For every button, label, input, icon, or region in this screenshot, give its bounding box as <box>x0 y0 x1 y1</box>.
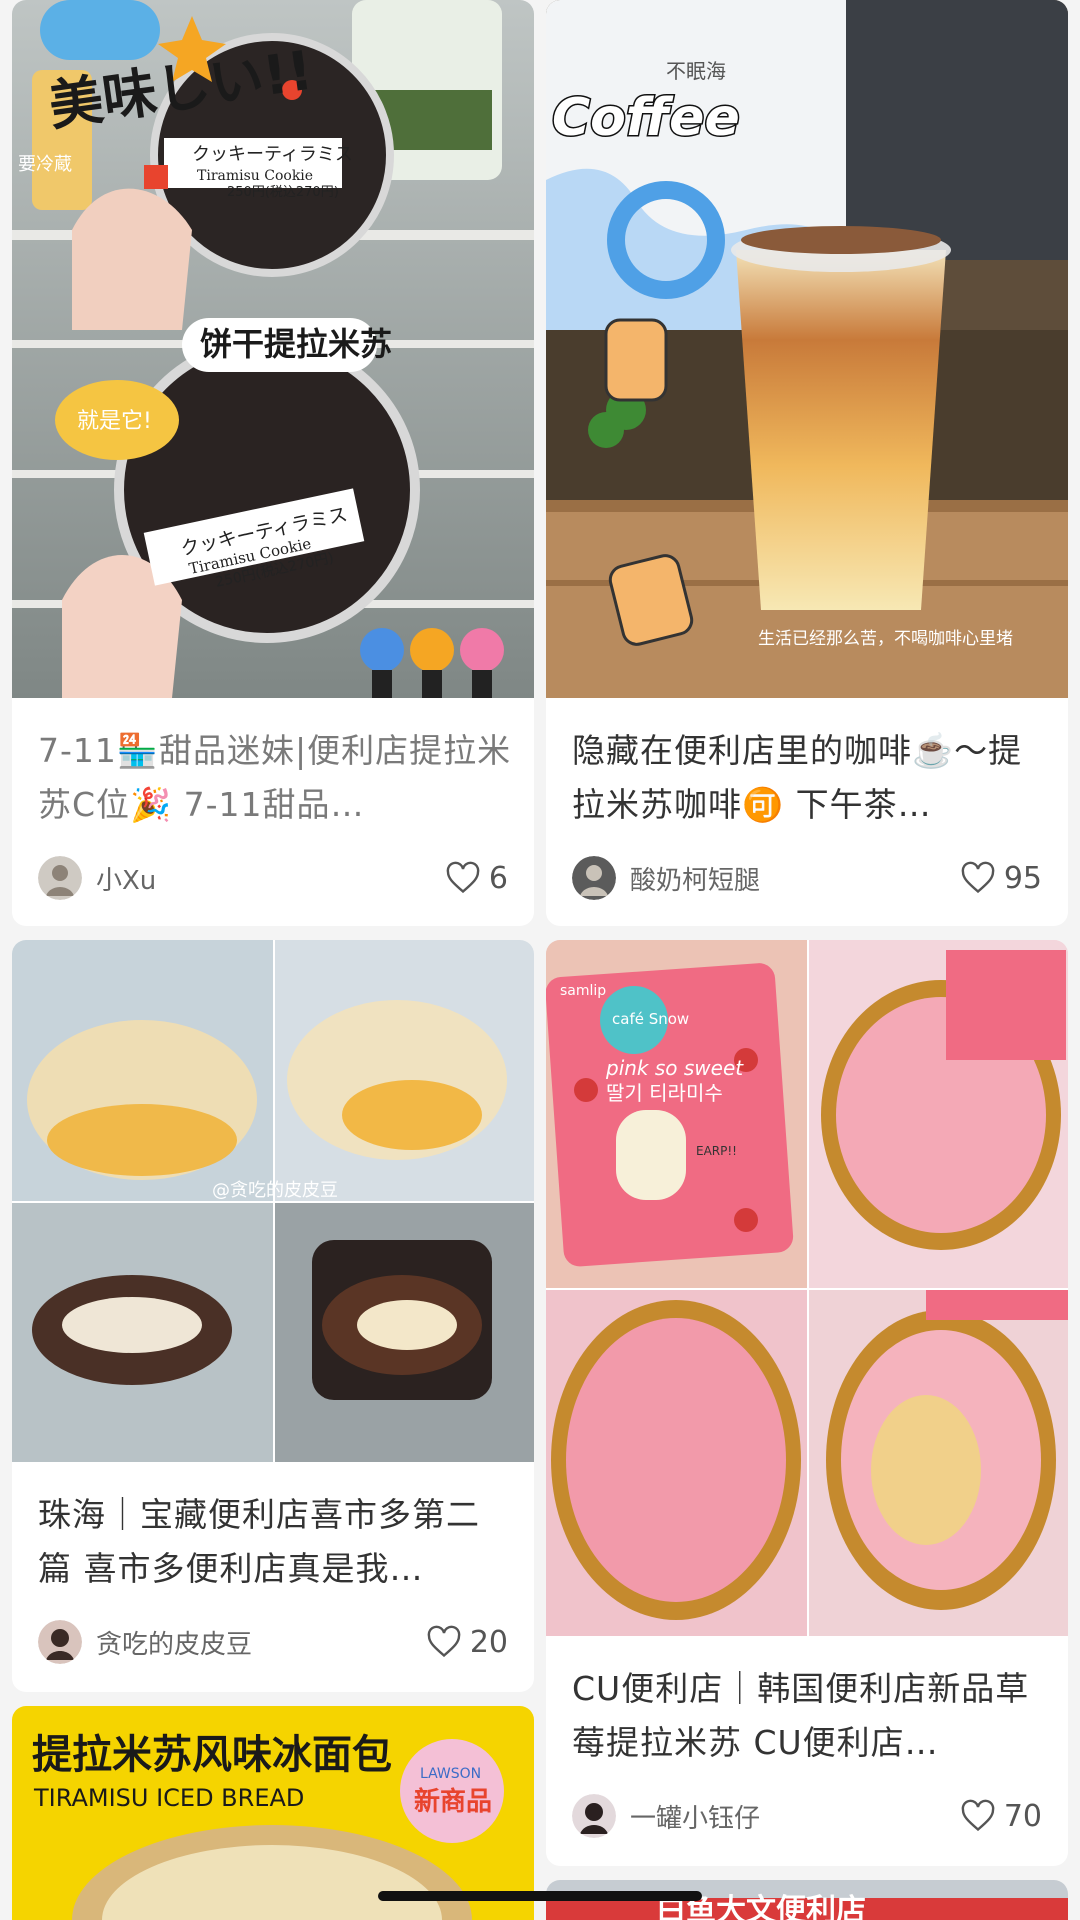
iced-bread-photo: 提拉米苏风味冰面包 TIRAMISU ICED BREAD LAWSON 新商品 <box>12 1706 534 1920</box>
note-cover-image[interactable]: Coffee 不眠海 生活已经那么苦，不喝咖啡心里堵 <box>546 0 1068 698</box>
note-footer: 贪吃的皮皮豆 20 <box>38 1618 508 1666</box>
cream-bread-photo: @贪吃的皮皮豆 <box>12 940 534 1462</box>
note-footer: 小Xu 6 <box>38 854 508 902</box>
note-title[interactable]: 7-11🏪甜品迷妹|便利店提拉米苏C位🎉 7-11甜品… <box>38 724 512 832</box>
user-avatar[interactable] <box>572 856 616 900</box>
author-name[interactable]: 小Xu <box>96 860 445 897</box>
cover-text: 新商品 <box>414 1786 492 1817</box>
note-cover-image[interactable]: 美味しい!! クッキーティラミス Tiramisu Cookie 250円(税込… <box>12 0 534 698</box>
cover-text: TIRAMISU ICED BREAD <box>33 1784 304 1812</box>
cover-text: samlip <box>560 983 606 999</box>
like-count: 6 <box>488 860 508 896</box>
tiramisu-cookie-photo: 美味しい!! クッキーティラミス Tiramisu Cookie 250円(税込… <box>12 0 534 698</box>
cover-text: 饼干提拉米苏 <box>200 325 392 363</box>
user-avatar[interactable] <box>572 1794 616 1838</box>
cover-text: café Snow <box>612 1010 689 1028</box>
like-button[interactable]: 70 <box>960 1798 1042 1834</box>
cover-text: 要冷蔵 <box>18 154 72 175</box>
cover-text: 就是它! <box>77 409 152 434</box>
note-footer: 酸奶柯短腿 95 <box>572 854 1042 902</box>
note-cover-image[interactable]: 提拉米苏风味冰面包 TIRAMISU ICED BREAD LAWSON 新商品 <box>12 1706 534 1920</box>
heart-outline-icon <box>427 1625 461 1658</box>
like-count: 70 <box>1003 1798 1042 1834</box>
cover-text: 生活已经那么苦，不喝咖啡心里堵 <box>758 629 1013 649</box>
like-button[interactable]: 20 <box>426 1624 508 1660</box>
cover-text: Tiramisu Cookie <box>197 168 313 184</box>
cover-text: 不眠海 <box>666 59 726 83</box>
note-title[interactable]: 隐藏在便利店里的咖啡☕️～提拉米苏咖啡🉑 下午茶… <box>572 724 1046 832</box>
author-name[interactable]: 贪吃的皮皮豆 <box>96 1624 426 1661</box>
user-avatar[interactable] <box>38 1620 82 1664</box>
note-card[interactable]: Coffee 不眠海 生活已经那么苦，不喝咖啡心里堵 隐藏在便利店里的咖啡☕️～… <box>546 0 1068 926</box>
author-name[interactable]: 一罐小钰仔 <box>630 1798 960 1835</box>
note-feed: 美味しい!! クッキーティラミス Tiramisu Cookie 250円(税込… <box>0 0 1080 1920</box>
cover-text: pink so sweet <box>605 1056 744 1080</box>
note-cover-image[interactable]: café Snow pink so sweet 딸기 티라미수 samlip E… <box>546 940 1068 1636</box>
cover-text: 提拉米苏风味冰面包 <box>32 1732 392 1778</box>
note-card[interactable]: 提拉米苏风味冰面包 TIRAMISU ICED BREAD LAWSON 新商品 <box>12 1706 534 1920</box>
heart-outline-icon <box>961 1799 995 1832</box>
note-title[interactable]: 珠海｜宝藏便利店喜市多第二篇 喜市多便利店真是我… <box>38 1488 512 1596</box>
like-count: 95 <box>1003 860 1042 896</box>
like-button[interactable]: 95 <box>960 860 1042 896</box>
cover-text: @贪吃的皮皮豆 <box>212 1180 338 1201</box>
cover-text: LAWSON <box>420 1766 481 1782</box>
like-button[interactable]: 6 <box>445 860 508 896</box>
cover-text: クッキーティラミス <box>192 144 353 165</box>
note-cover-image[interactable]: @贪吃的皮皮豆 <box>12 940 534 1462</box>
cover-text: Coffee <box>552 88 740 148</box>
note-card[interactable]: 美味しい!! クッキーティラミス Tiramisu Cookie 250円(税込… <box>12 0 534 926</box>
heart-outline-icon <box>961 861 995 894</box>
note-footer: 一罐小钰仔 70 <box>572 1792 1042 1840</box>
home-indicator[interactable] <box>378 1891 702 1901</box>
note-card[interactable]: café Snow pink so sweet 딸기 티라미수 samlip E… <box>546 940 1068 1866</box>
tiramisu-coffee-photo: Coffee 不眠海 生活已经那么苦，不喝咖啡心里堵 <box>546 0 1068 698</box>
like-count: 20 <box>469 1624 508 1660</box>
note-card[interactable]: @贪吃的皮皮豆 珠海｜宝藏便利店喜市多第二篇 喜市多便利店真是我… 贪吃的皮皮豆… <box>12 940 534 1692</box>
strawberry-tiramisu-photo: café Snow pink so sweet 딸기 티라미수 samlip E… <box>546 940 1068 1636</box>
cover-text: 250円(税込270円) <box>227 185 339 200</box>
cover-text: EARP!! <box>696 1144 737 1158</box>
note-title[interactable]: CU便利店｜韩国便利店新品草莓提拉米苏 CU便利店… <box>572 1662 1046 1770</box>
author-name[interactable]: 酸奶柯短腿 <box>630 860 960 897</box>
user-avatar[interactable] <box>38 856 82 900</box>
cover-text: 딸기 티라미수 <box>606 1081 723 1105</box>
heart-outline-icon <box>446 861 480 894</box>
